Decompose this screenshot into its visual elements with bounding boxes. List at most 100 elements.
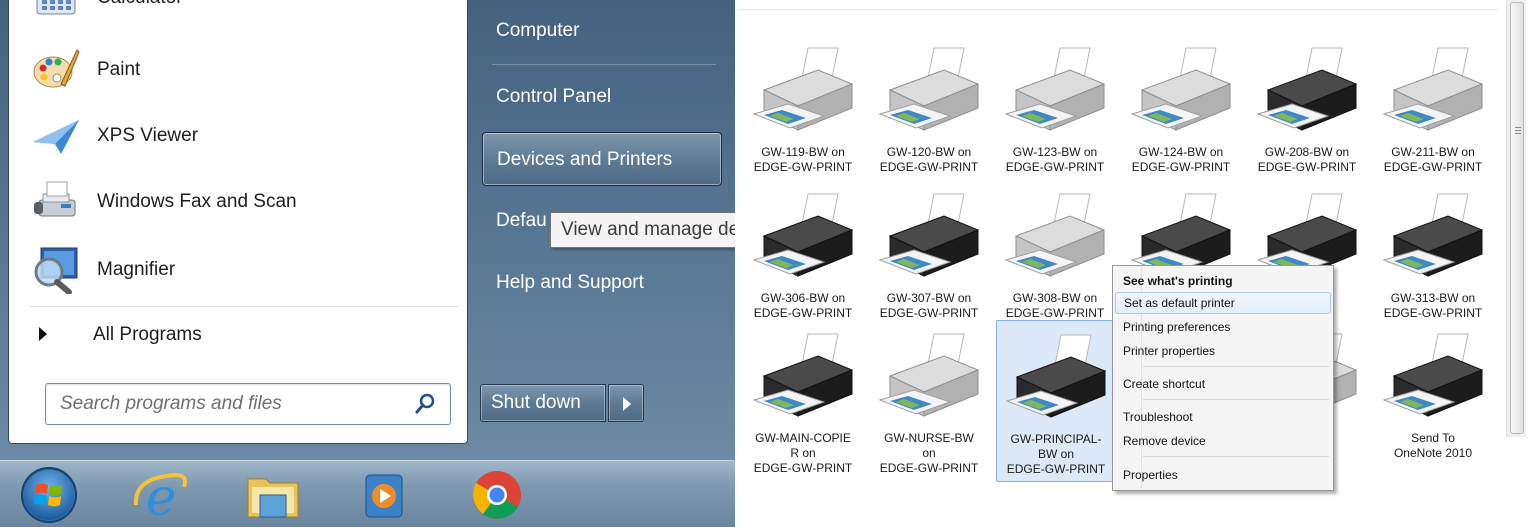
printer-label: GW-211-BW on EDGE-GW-PRINT — [1374, 145, 1492, 175]
context-menu-item[interactable]: Set as default printer — [1115, 292, 1331, 314]
menu-divider — [492, 64, 716, 65]
context-menu-item[interactable]: See what's printing — [1115, 270, 1331, 292]
printer-item[interactable]: GW-308-BW on EDGE-GW-PRINT — [996, 190, 1114, 321]
printer-label-line: EDGE-GW-PRINT — [879, 461, 979, 475]
printer-label-line: GW-306-BW on — [760, 291, 846, 305]
menu-item-devices-printers[interactable]: Devices and Printers — [482, 132, 722, 186]
printer-label-line: GW-120-BW on — [886, 145, 972, 159]
context-menu-item[interactable]: Printing preferences — [1115, 316, 1331, 338]
menu-item-computer[interactable]: Computer — [482, 4, 722, 58]
printer-label: GW-MAIN-COPIE R on EDGE-GW-PRINT — [744, 431, 862, 476]
printer-label-line: EDGE-GW-PRINT — [753, 461, 853, 475]
printer-label-line: EDGE-GW-PRINT — [879, 160, 979, 174]
printer-label: GW-120-BW on EDGE-GW-PRINT — [870, 145, 988, 175]
program-magnifier[interactable]: Magnifier — [9, 238, 449, 302]
printer-icon — [1382, 333, 1484, 417]
printer-label: GW-NURSE-BW on EDGE-GW-PRINT — [870, 431, 988, 476]
program-label: Calculator — [97, 0, 183, 30]
printer-label-line: GW-308-BW on — [1012, 291, 1098, 305]
context-menu-item[interactable]: Properties — [1115, 464, 1331, 486]
programs-divider — [29, 306, 459, 307]
printer-icon — [1004, 47, 1106, 131]
printer-item[interactable]: GW-PRINCIPAL- BW on EDGE-GW-PRINT — [996, 320, 1114, 482]
printer-item[interactable]: GW-123-BW on EDGE-GW-PRINT — [996, 44, 1114, 175]
printer-item[interactable]: Send To OneNote 2010 — [1374, 330, 1492, 461]
context-menu-item[interactable]: Printer properties — [1115, 340, 1331, 362]
program-calculator[interactable]: Calculator — [9, 0, 449, 30]
menu-item-label: Help and Support — [496, 272, 644, 293]
scrollbar-grip-icon — [1515, 127, 1521, 135]
printer-label: GW-123-BW on EDGE-GW-PRINT — [996, 145, 1114, 175]
context-menu-separator — [1143, 366, 1329, 367]
program-xps-viewer[interactable]: XPS Viewer — [9, 104, 449, 168]
program-label: Windows Fax and Scan — [97, 191, 297, 212]
printer-label-line: EDGE-GW-PRINT — [1005, 306, 1105, 320]
taskbar-internet-explorer[interactable]: e — [130, 465, 192, 527]
program-label: XPS Viewer — [97, 125, 199, 146]
all-programs-item[interactable]: All Programs — [9, 312, 449, 358]
window-top-edge — [738, 0, 1498, 10]
printer-label-line: EDGE-GW-PRINT — [1383, 306, 1483, 320]
context-menu-item[interactable]: Troubleshoot — [1115, 406, 1331, 428]
menu-item-help-support[interactable]: Help and Support — [482, 256, 722, 310]
printer-label-line: EDGE-GW-PRINT — [1006, 462, 1106, 476]
taskbar-chrome[interactable] — [466, 465, 528, 525]
taskbar-windows-explorer[interactable] — [242, 465, 304, 525]
scrollbar[interactable] — [1506, 0, 1526, 437]
printer-item[interactable]: GW-124-BW on EDGE-GW-PRINT — [1122, 44, 1240, 174]
printer-label-line: GW-208-BW on — [1264, 145, 1350, 159]
menu-item-label: Control Panel — [496, 86, 612, 107]
printer-item[interactable]: GW-306-BW on EDGE-GW-PRINT — [744, 190, 862, 321]
printer-label: GW-PRINCIPAL- BW on EDGE-GW-PRINT — [997, 432, 1115, 477]
printer-item[interactable]: GW-MAIN-COPIE R on EDGE-GW-PRINT — [744, 330, 862, 475]
printer-label-line: GW-123-BW on — [1012, 145, 1098, 159]
search-icon[interactable] — [414, 393, 436, 415]
printer-icon — [1256, 47, 1358, 131]
printer-label-line: GW-124-BW on — [1138, 145, 1224, 159]
printer-label: GW-308-BW on EDGE-GW-PRINT — [996, 291, 1114, 321]
menu-item-label: Computer — [496, 20, 580, 41]
context-menu-item[interactable]: Remove device — [1115, 430, 1331, 452]
arrow-right-icon — [39, 327, 47, 341]
printer-label: GW-208-BW on EDGE-GW-PRINT — [1248, 145, 1366, 175]
scrollbar-thumb[interactable] — [1510, 2, 1524, 434]
internet-explorer-icon: e — [133, 468, 187, 527]
context-menu-separator — [1143, 399, 1329, 400]
printer-label-line: Send To — [1411, 431, 1455, 445]
program-fax-scan[interactable]: Windows Fax and Scan — [9, 170, 449, 234]
printer-item[interactable]: GW-119-BW on EDGE-GW-PRINT — [744, 44, 862, 174]
printer-label: GW-306-BW on EDGE-GW-PRINT — [744, 291, 862, 321]
printer-label: GW-307-BW on EDGE-GW-PRINT — [870, 291, 988, 321]
search-input[interactable]: Search programs and files — [45, 383, 451, 425]
printer-item[interactable]: GW-313-BW on EDGE-GW-PRINT — [1374, 190, 1492, 320]
program-label: Paint — [97, 59, 141, 80]
printer-label-line: GW-NURSE-BW — [884, 431, 974, 445]
program-paint[interactable]: Paint — [9, 38, 449, 102]
menu-item-control-panel[interactable]: Control Panel — [482, 70, 722, 124]
media-player-icon — [365, 474, 403, 518]
context-menu-item[interactable]: Create shortcut — [1115, 373, 1331, 395]
all-programs-label: All Programs — [93, 324, 202, 345]
printer-icon — [752, 333, 854, 417]
printer-label-line: EDGE-GW-PRINT — [879, 306, 979, 320]
printer-label-line: OneNote 2010 — [1393, 446, 1473, 460]
printer-item[interactable]: GW-307-BW on EDGE-GW-PRINT — [870, 190, 988, 321]
printer-item[interactable]: GW-208-BW on EDGE-GW-PRINT — [1248, 44, 1366, 175]
printer-item[interactable]: GW-211-BW on EDGE-GW-PRINT — [1374, 44, 1492, 175]
printer-label-line: R on — [790, 446, 816, 460]
shutdown-button[interactable]: Shut down — [480, 384, 606, 422]
printer-icon — [878, 333, 980, 417]
tooltip: View and manage devices — [550, 212, 735, 248]
search-placeholder: Search programs and files — [60, 393, 282, 414]
printer-label-line: BW on — [1037, 447, 1074, 461]
printer-label-line: GW-313-BW on — [1390, 291, 1476, 305]
windows-logo-icon — [21, 467, 77, 523]
taskbar-media-player[interactable] — [354, 465, 416, 525]
printer-label: Send To OneNote 2010 — [1374, 431, 1492, 461]
printer-item[interactable]: GW-120-BW on EDGE-GW-PRINT — [870, 44, 988, 175]
calculator-icon — [36, 0, 76, 15]
start-orb[interactable] — [18, 465, 80, 525]
printer-item[interactable]: GW-NURSE-BW on EDGE-GW-PRINT — [870, 330, 988, 475]
printer-label-line: EDGE-GW-PRINT — [753, 306, 853, 320]
shutdown-options-button[interactable] — [608, 384, 644, 422]
